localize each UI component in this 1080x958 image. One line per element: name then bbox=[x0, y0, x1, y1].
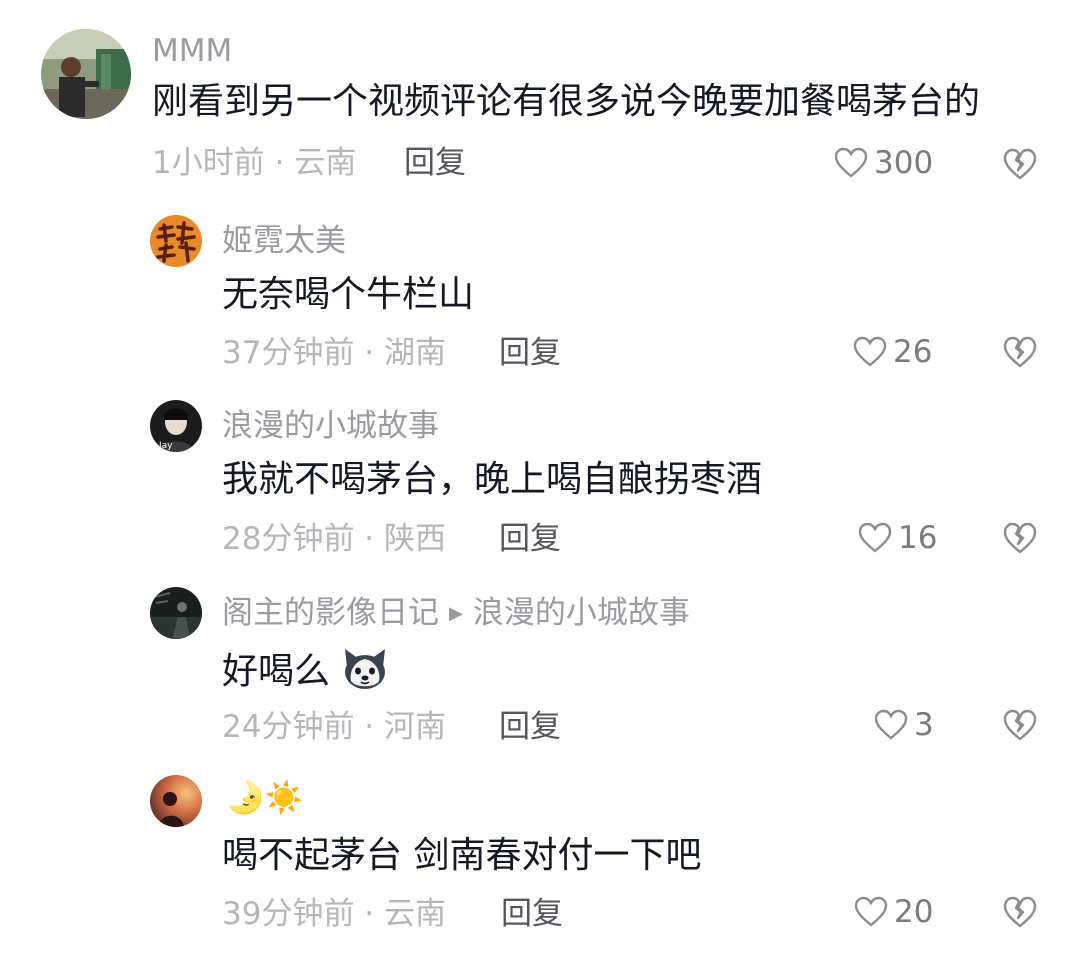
comment-meta: 24分钟前 · 河南 bbox=[222, 709, 447, 745]
dislike-button[interactable] bbox=[1002, 147, 1038, 181]
comment-text: 刚看到另一个视频评论有很多说今晚要加餐喝茅台的 bbox=[152, 81, 981, 122]
comment-meta: 1小时前 · 云南 bbox=[152, 145, 357, 181]
like-button[interactable]: 20 bbox=[854, 896, 933, 928]
reply-button[interactable]: 回复 bbox=[501, 899, 563, 930]
like-count: 26 bbox=[893, 333, 933, 370]
broken-heart-icon bbox=[1003, 709, 1037, 741]
broken-heart-icon bbox=[1003, 896, 1037, 928]
comment-text: 好喝么 bbox=[222, 647, 389, 698]
dislike-button[interactable] bbox=[1002, 708, 1038, 742]
dislike-button[interactable] bbox=[1002, 521, 1038, 555]
like-count: 16 bbox=[898, 519, 938, 556]
heart-icon bbox=[858, 522, 892, 553]
husky-dog-emoji bbox=[341, 647, 389, 698]
like-count: 3 bbox=[914, 706, 934, 743]
heart-icon bbox=[854, 896, 888, 927]
dislike-button[interactable] bbox=[1002, 335, 1038, 369]
comment-list: MMM 刚看到另一个视频评论有很多说今晚要加餐喝茅台的 1小时前 · 云南 回复… bbox=[0, 0, 1080, 958]
comment-text-body: 好喝么 bbox=[222, 651, 331, 692]
svg-text:Jay: Jay bbox=[158, 441, 173, 451]
like-button[interactable]: 26 bbox=[853, 336, 932, 368]
dislike-button[interactable] bbox=[1002, 895, 1038, 929]
reply-arrow-icon: ▶ bbox=[449, 603, 463, 624]
username[interactable]: MMM bbox=[152, 36, 232, 67]
avatar[interactable] bbox=[150, 587, 202, 639]
avatar[interactable]: Jay bbox=[150, 400, 202, 452]
heart-icon bbox=[853, 336, 887, 367]
reply-button[interactable]: 回复 bbox=[499, 338, 561, 369]
like-count: 300 bbox=[874, 144, 934, 181]
comment-text: 我就不喝茅台，晚上喝自酿拐枣酒 bbox=[222, 459, 763, 500]
like-count: 20 bbox=[894, 893, 934, 930]
reply-button[interactable]: 回复 bbox=[499, 524, 561, 555]
reply-author[interactable]: 阁主的影像日记 bbox=[222, 595, 439, 631]
username[interactable]: 浪漫的小城故事 bbox=[222, 411, 439, 442]
username[interactable]: 姬霓太美 bbox=[222, 226, 346, 257]
reply-target[interactable]: 浪漫的小城故事 bbox=[473, 595, 690, 631]
reply-button[interactable]: 回复 bbox=[404, 148, 466, 179]
avatar[interactable] bbox=[150, 775, 202, 827]
like-button[interactable]: 3 bbox=[874, 709, 934, 741]
comment-meta: 28分钟前 · 陕西 bbox=[222, 521, 447, 557]
like-button[interactable]: 300 bbox=[834, 147, 933, 179]
broken-heart-icon bbox=[1003, 522, 1037, 554]
reply-button[interactable]: 回复 bbox=[499, 712, 561, 743]
broken-heart-icon bbox=[1003, 148, 1037, 180]
comment-meta: 39分钟前 · 云南 bbox=[222, 896, 447, 932]
username[interactable]: 🌛☀️ bbox=[226, 783, 303, 814]
like-button[interactable]: 16 bbox=[858, 522, 937, 554]
username: 阁主的影像日记 ▶ 浪漫的小城故事 bbox=[222, 598, 690, 629]
broken-heart-icon bbox=[1003, 336, 1037, 368]
comment-text: 喝不起茅台 剑南春对付一下吧 bbox=[222, 835, 702, 876]
avatar[interactable] bbox=[150, 215, 202, 267]
heart-icon bbox=[874, 709, 908, 740]
comment-meta: 37分钟前 · 湖南 bbox=[222, 335, 447, 371]
avatar[interactable] bbox=[41, 29, 131, 119]
heart-icon bbox=[834, 147, 868, 178]
comment-text: 无奈喝个牛栏山 bbox=[222, 274, 475, 315]
